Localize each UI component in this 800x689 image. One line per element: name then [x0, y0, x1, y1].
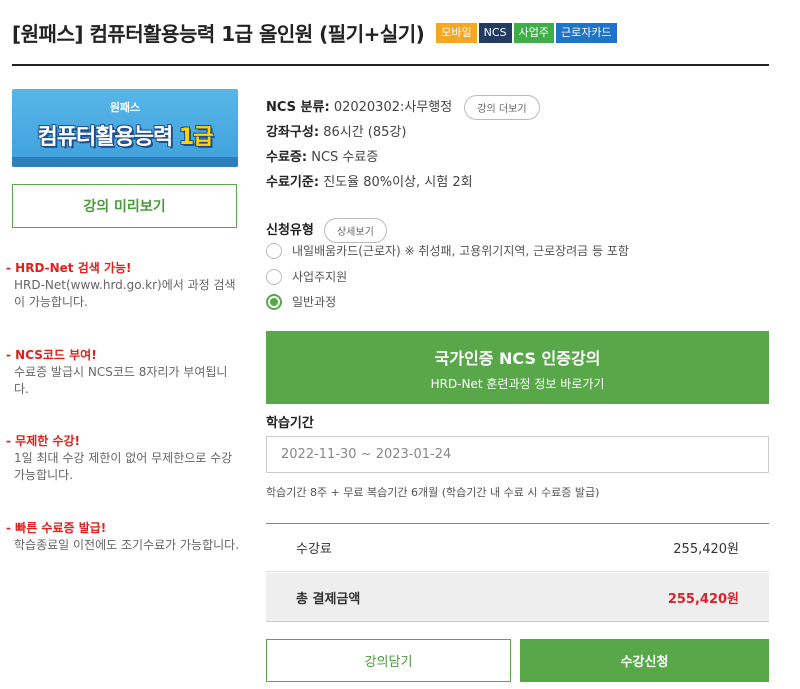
tuition-label: 수강료: [296, 542, 332, 557]
preview-button[interactable]: 강의 미리보기: [12, 184, 237, 228]
ncs-certified-course-button[interactable]: 국가인증 NCS 인증강의 HRD-Net 훈련과정 정보 바로가기: [266, 331, 769, 404]
criteria-label: 수료기준:: [266, 175, 320, 190]
ncs-classification: NCS 분류: 02020302:사무행정 강의 더보기: [266, 95, 540, 120]
banner-main-text: 컴퓨터활용능력 1급: [12, 119, 238, 151]
enroll-button[interactable]: 수강신청: [520, 639, 769, 682]
study-period-field[interactable]: 2022-11-30 ~ 2023-01-24: [266, 436, 769, 473]
course-header: [원패스] 컴퓨터활용능력 1급 올인원 (필기+실기) 모바일 NCS 사업주…: [12, 18, 617, 47]
ncs-button-subtitle: HRD-Net 훈련과정 정보 바로가기: [430, 377, 605, 391]
feature-head: - HRD-Net 검색 가능!: [6, 261, 132, 275]
feature-body: HRD-Net(www.hrd.go.kr)에서 과정 검색이 가능합니다.: [14, 278, 236, 309]
course-badges: 모바일 NCS 사업주 근로자카드: [436, 22, 617, 43]
total-payment-row: 총 결제금액 255,420원: [266, 573, 769, 622]
completion-criteria: 수료기준: 진도율 80%이상, 시험 2회: [266, 171, 473, 190]
feature-body: 1일 최대 수강 제한이 없어 무제한으로 수강 가능합니다.: [14, 451, 233, 482]
ncs-value: 02020302:사무행정: [333, 100, 453, 115]
apply-option-employer[interactable]: 사업주지원: [266, 268, 347, 285]
apply-type-detail-button[interactable]: 상세보기: [323, 218, 387, 243]
radio-button-checked[interactable]: [266, 293, 282, 310]
criteria-value: 진도율 80%이상, 시험 2회: [323, 175, 473, 190]
composition-label: 강좌구성:: [266, 125, 320, 140]
feature-head: - NCS코드 부여!: [6, 348, 97, 362]
banner-title: 컴퓨터활용능력: [37, 125, 174, 150]
feature-body: 학습종료일 이전에도 조기수료가 가능합니다.: [14, 538, 240, 552]
certificate-value: NCS 수료증: [311, 150, 379, 165]
tuition-row: 수강료 255,420원: [266, 524, 769, 572]
ncs-button-title: 국가인증 NCS 인증강의: [434, 349, 601, 368]
apply-option-worker-card[interactable]: 내일배움카드(근로자) ※ 취성패, 고용위기지역, 근로장려금 등 포함: [266, 242, 629, 259]
course-title: [원패스] 컴퓨터활용능력 1급 올인원 (필기+실기): [12, 22, 425, 46]
radio-button[interactable]: [266, 268, 282, 285]
certificate-info: 수료증: NCS 수료증: [266, 146, 378, 165]
course-composition: 강좌구성: 86시간 (85강): [266, 121, 406, 140]
feature-head: - 빠른 수료증 발급!: [6, 521, 107, 535]
banner-small-text: 원패스: [109, 101, 141, 114]
radio-button[interactable]: [266, 242, 282, 259]
banner-level: 1급: [178, 125, 214, 150]
apply-option-general[interactable]: 일반과정: [266, 293, 336, 310]
apply-option-label: 일반과정: [292, 295, 337, 309]
study-period-note: 학습기간 8주 + 무료 복습기간 6개월 (학습기간 내 수료 시 수료증 발…: [266, 486, 600, 499]
feature-body: 수료증 발급시 NCS코드 8자리가 부여됩니다.: [14, 365, 228, 396]
apply-type-label: 신청유형: [266, 223, 314, 238]
add-to-cart-button[interactable]: 강의담기: [266, 639, 511, 682]
banner-stripe: [12, 157, 238, 167]
apply-type-header: 신청유형 상세보기: [266, 218, 387, 243]
composition-value: 86시간 (85강): [323, 125, 407, 140]
course-thumbnail: 원패스 컴퓨터활용능력 1급: [12, 89, 238, 167]
ncs-label: NCS 분류:: [266, 100, 330, 115]
more-courses-button[interactable]: 강의 더보기: [464, 95, 540, 120]
total-payment-value: 255,420원: [667, 591, 739, 607]
study-period-label: 학습기간: [266, 416, 314, 431]
badge-mobile: 모바일: [436, 22, 477, 43]
feature-item: - 무제한 수강! 1일 최대 수강 제한이 없어 무제한으로 수강 가능합니다…: [6, 433, 241, 484]
badge-worker-card: 근로자카드: [555, 22, 617, 43]
total-payment-label: 총 결제금액: [296, 591, 361, 607]
header-divider: [12, 64, 769, 66]
tuition-value: 255,420원: [673, 542, 739, 557]
badge-ncs: NCS: [478, 22, 512, 43]
feature-item: - HRD-Net 검색 가능! HRD-Net(www.hrd.go.kr)에…: [6, 260, 241, 311]
apply-option-label: 사업주지원: [292, 270, 348, 284]
apply-option-label: 내일배움카드(근로자) ※ 취성패, 고용위기지역, 근로장려금 등 포함: [292, 244, 629, 258]
badge-employer: 사업주: [513, 22, 554, 43]
feature-item: - NCS코드 부여! 수료증 발급시 NCS코드 8자리가 부여됩니다.: [6, 347, 241, 398]
feature-head: - 무제한 수강!: [6, 434, 81, 448]
feature-item: - 빠른 수료증 발급! 학습종료일 이전에도 조기수료가 가능합니다.: [6, 520, 241, 554]
certificate-label: 수료증:: [266, 150, 308, 165]
